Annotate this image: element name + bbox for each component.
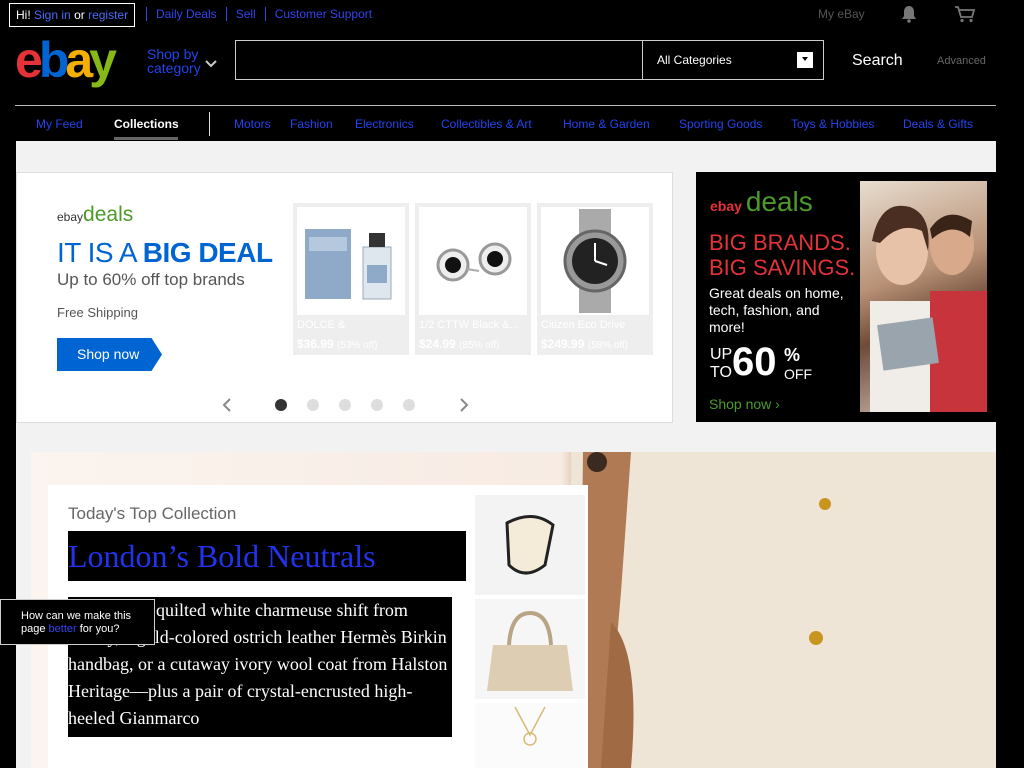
bell-icon[interactable] bbox=[901, 5, 917, 23]
chevron-down-icon[interactable] bbox=[205, 60, 217, 68]
product-price: $24.99 (85% off) bbox=[419, 337, 500, 351]
nav-item-collectibles[interactable]: Collectibles & Art bbox=[441, 117, 532, 131]
collection-thumbnails bbox=[475, 495, 585, 768]
product-price: $36.99 (53% off) bbox=[297, 337, 378, 351]
shop-by-category-button[interactable]: Shop by category bbox=[147, 47, 201, 75]
feedback-tab[interactable]: How can we make this page better for you… bbox=[0, 599, 155, 645]
nav-item-motors[interactable]: Motors bbox=[234, 117, 271, 131]
product-name: 1/2 CTTW Black &... bbox=[419, 319, 519, 331]
daily-deals-link[interactable]: Daily Deals bbox=[146, 7, 226, 21]
ebay-deals-logo: ebay deals bbox=[710, 186, 813, 217]
ad-body: Great deals on home, tech, fashion, and … bbox=[709, 285, 844, 335]
product-card[interactable]: Citizen Eco Drive $249.99 (58% off) bbox=[537, 203, 653, 355]
product-image-watch bbox=[541, 207, 649, 315]
category-selected-label: All Categories bbox=[657, 53, 732, 67]
shop-now-button[interactable]: Shop now bbox=[57, 338, 162, 371]
carousel-dot[interactable] bbox=[275, 399, 287, 411]
dropdown-arrow-icon bbox=[797, 52, 813, 68]
product-image-perfume bbox=[297, 207, 405, 315]
product-card[interactable]: DOLCE & $36.99 (53% off) bbox=[293, 203, 409, 355]
deals-banner[interactable]: ebaydeals IT IS A BIG DEAL Up to 60% off… bbox=[16, 172, 673, 423]
nav-separator bbox=[209, 112, 210, 136]
product-card[interactable]: 1/2 CTTW Black &... $24.99 (85% off) bbox=[415, 203, 531, 355]
free-shipping-text: Free Shipping bbox=[57, 305, 138, 320]
product-name: DOLCE & bbox=[297, 319, 346, 331]
top-links: Daily Deals Sell Customer Support bbox=[146, 7, 382, 21]
deal-headline: IT IS A BIG DEAL bbox=[57, 237, 273, 268]
side-ad-banner[interactable]: ebay deals BIG BRANDS. BIG SAVINGS. Grea… bbox=[696, 172, 996, 422]
top-bar: Hi! Sign in or register Daily Deals Sell C… bbox=[0, 0, 1024, 30]
collection-title[interactable]: London’s Bold Neutrals bbox=[68, 531, 466, 581]
or-text: or bbox=[74, 8, 85, 22]
nav-item-fashion[interactable]: Fashion bbox=[290, 117, 333, 131]
sign-in-link[interactable]: Sign in bbox=[34, 8, 71, 22]
search-input[interactable] bbox=[236, 41, 642, 79]
deal-subhead: Up to 60% off top brands bbox=[57, 270, 245, 289]
customer-support-link[interactable]: Customer Support bbox=[264, 7, 382, 21]
ad-shop-now-link[interactable]: Shop now › bbox=[709, 396, 780, 412]
active-tab-indicator bbox=[114, 137, 178, 140]
product-image-earrings bbox=[419, 207, 527, 315]
greeting-text: Hi! bbox=[16, 8, 31, 22]
ad-photo-couple bbox=[860, 181, 987, 412]
cart-icon[interactable] bbox=[954, 5, 976, 23]
chevron-left-icon[interactable] bbox=[221, 397, 233, 413]
ebay-logo[interactable]: ebay bbox=[15, 34, 117, 86]
nav-item-electronics[interactable]: Electronics bbox=[355, 117, 414, 131]
greeting-box: Hi! Sign in or register bbox=[9, 3, 136, 27]
nav-item-toys-hobbies[interactable]: Toys & Hobbies bbox=[791, 117, 874, 131]
search-bar: All Categories bbox=[235, 40, 824, 80]
search-button[interactable]: Search bbox=[852, 52, 903, 70]
collection-kicker: Today's Top Collection bbox=[68, 504, 237, 523]
category-nav: My Feed Collections Motors Fashion Elect… bbox=[0, 106, 1024, 141]
chevron-right-icon[interactable] bbox=[458, 397, 470, 413]
nav-item-my-feed[interactable]: My Feed bbox=[36, 117, 83, 131]
carousel-dot[interactable] bbox=[307, 399, 319, 411]
feedback-better-link[interactable]: better bbox=[49, 623, 77, 635]
carousel-dot[interactable] bbox=[403, 399, 415, 411]
carousel-dot[interactable] bbox=[371, 399, 383, 411]
ebay-deals-logo: ebaydeals bbox=[57, 203, 134, 226]
nav-item-deals-gifts[interactable]: Deals & Gifts bbox=[903, 117, 973, 131]
sell-link[interactable]: Sell bbox=[225, 7, 265, 21]
category-select[interactable]: All Categories bbox=[642, 41, 823, 79]
my-ebay-link[interactable]: My eBay bbox=[818, 7, 865, 21]
carousel-dot[interactable] bbox=[339, 399, 351, 411]
register-link[interactable]: register bbox=[88, 8, 128, 22]
advanced-search-link[interactable]: Advanced bbox=[937, 55, 986, 67]
nav-item-collections[interactable]: Collections bbox=[114, 117, 179, 131]
nav-item-sporting-goods[interactable]: Sporting Goods bbox=[679, 117, 762, 131]
nav-item-home-garden[interactable]: Home & Garden bbox=[563, 117, 650, 131]
product-name: Citizen Eco Drive bbox=[541, 319, 626, 331]
ad-headline: BIG BRANDS. BIG SAVINGS. bbox=[709, 230, 856, 280]
product-price: $249.99 (58% off) bbox=[541, 337, 629, 351]
